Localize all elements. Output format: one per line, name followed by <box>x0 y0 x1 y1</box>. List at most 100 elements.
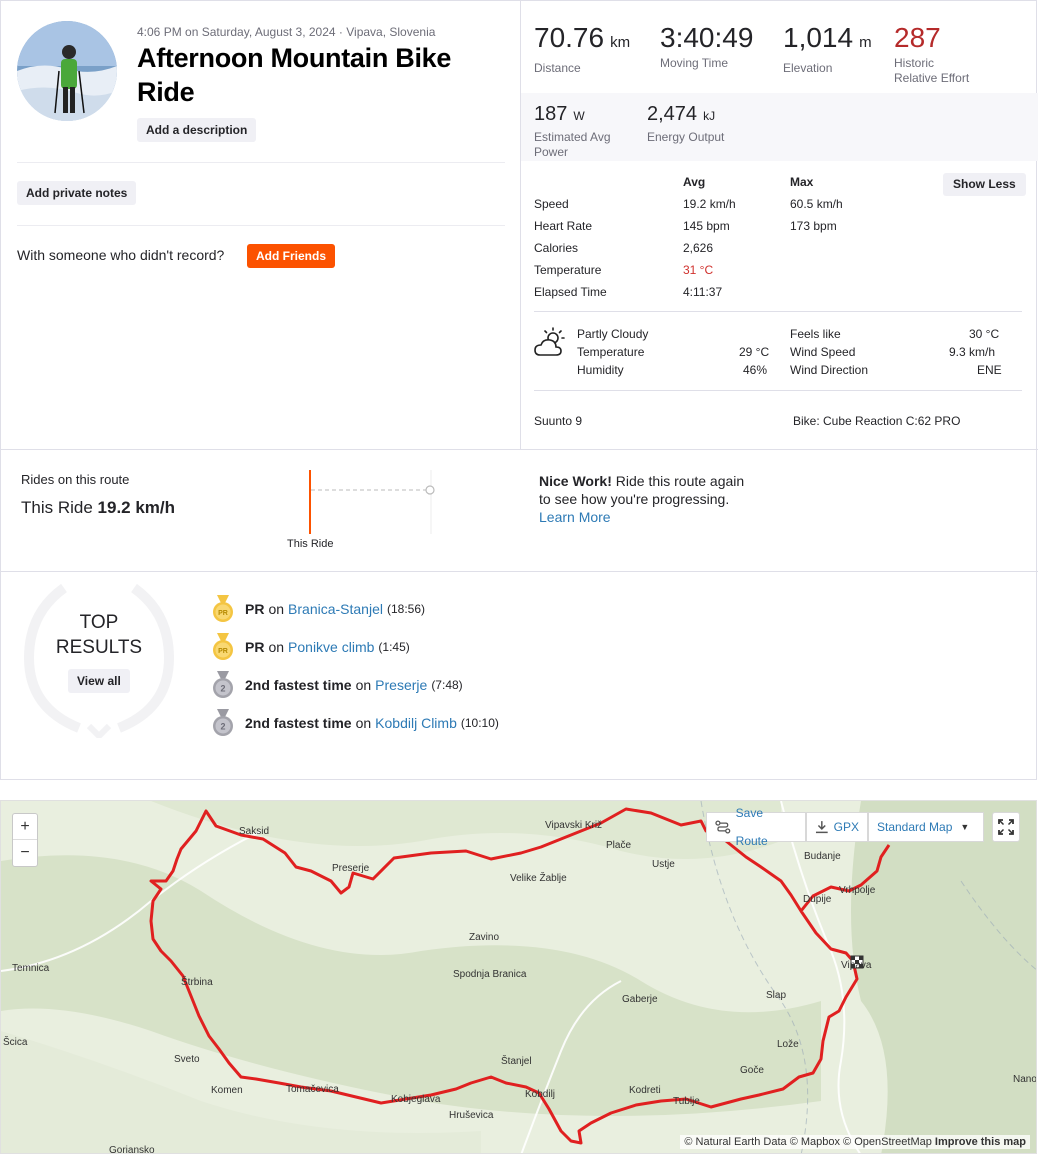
achievement-on: on <box>355 677 372 693</box>
divider <box>534 390 1022 391</box>
attribution-text[interactable]: © Natural Earth Data © Mapbox © OpenStre… <box>684 1136 931 1148</box>
bike-name[interactable]: Bike: Cube Reaction C:62 PRO <box>793 414 960 428</box>
nice-work-message: Nice Work! Ride this route again to see … <box>539 472 759 526</box>
place-label: Plače <box>606 840 631 851</box>
fullscreen-button[interactable] <box>992 812 1020 842</box>
divider <box>17 162 505 163</box>
chart-point <box>425 485 435 495</box>
save-route-button[interactable]: Save Route <box>706 806 806 848</box>
place-label: Lože <box>777 1039 799 1050</box>
svg-text:PR: PR <box>218 648 228 655</box>
row-avg: 4:11:37 <box>683 285 723 299</box>
gpx-download-button[interactable]: GPX <box>806 812 868 842</box>
this-ride-speed: 19.2 km/h <box>97 498 176 517</box>
with-someone-text: With someone who didn't record? <box>17 247 225 263</box>
power-unit: W <box>573 109 585 123</box>
zoom-out-button[interactable]: − <box>13 840 37 866</box>
chart-this-ride-label: This Ride <box>287 538 334 550</box>
distance-unit: km <box>610 34 631 51</box>
place-label: Vipava <box>841 960 872 971</box>
achievement-on: on <box>268 601 285 617</box>
achievement-item: PR PR on Ponikve climb (1:45) <box>211 633 410 661</box>
zoom-in-button[interactable]: + <box>13 814 37 840</box>
stat-relative-effort[interactable]: 287 Historic Relative Effort <box>894 23 969 86</box>
stat-elevation: 1,014 m Elevation <box>783 23 872 76</box>
segment-link[interactable]: Ponikve climb <box>288 639 374 655</box>
route-section: Rides on this route This Ride 19.2 km/h … <box>1 449 1038 571</box>
silver-medal-icon: 2 <box>211 709 235 737</box>
divider <box>534 311 1022 312</box>
place-label: Sveto <box>174 1054 200 1065</box>
improve-map-link[interactable]: Improve this map <box>935 1136 1026 1148</box>
map-type-label: Standard Map <box>877 820 953 834</box>
top-results-section: TOP RESULTS View all PR PR on Branica-St… <box>1 571 1038 781</box>
svg-text:PR: PR <box>218 610 228 617</box>
stat-moving-time: 3:40:49 Moving Time <box>660 23 753 71</box>
weather-temperature-label: Temperature <box>577 345 645 359</box>
place-label: Budanje <box>804 851 841 862</box>
stat-power: 187 W Estimated Avg Power <box>534 103 611 160</box>
achievement-time: (10:10) <box>460 716 499 730</box>
place-label: Gaberje <box>622 994 658 1005</box>
route-heading: Rides on this route <box>21 472 130 487</box>
place-label: Vipavski Križ <box>545 820 602 831</box>
add-friends-button[interactable]: Add Friends <box>247 244 336 268</box>
achievement-rank: PR <box>245 601 265 617</box>
wind-speed-label: Wind Speed <box>790 345 856 359</box>
moving-time-value: 3:40:49 <box>660 22 754 53</box>
this-ride-summary: This Ride 19.2 km/h <box>21 498 175 518</box>
segment-link[interactable]: Kobdilj Climb <box>375 715 457 731</box>
add-private-notes-button[interactable]: Add private notes <box>17 181 137 205</box>
achievement-time: (18:56) <box>386 602 425 616</box>
distance-label: Distance <box>534 61 581 75</box>
place-label: Gorjansko <box>109 1145 155 1154</box>
save-route-label: Save Route <box>735 806 768 848</box>
device-name: Suunto 9 <box>534 414 583 428</box>
show-less-button[interactable]: Show Less <box>943 173 1026 196</box>
achievement-item: 2 2nd fastest time on Preserje (7:48) <box>211 671 463 699</box>
top-results-title-line2: RESULTS <box>55 637 143 658</box>
this-ride-prefix: This Ride <box>21 498 93 517</box>
view-all-button[interactable]: View all <box>68 669 130 693</box>
row-label: Calories <box>534 241 579 255</box>
row-max: 173 bpm <box>790 219 837 233</box>
effort-label-2: Relative Effort <box>894 71 970 85</box>
silver-medal-icon: 2 <box>211 671 235 699</box>
row-label: Heart Rate <box>534 219 593 233</box>
wind-direction-value: ENE <box>977 363 1002 377</box>
place-label: Kobdilj <box>525 1089 555 1100</box>
top-results-title: TOP RESULTS <box>19 610 179 660</box>
add-description-button[interactable]: Add a description <box>137 118 257 142</box>
pr-gold-medal-icon: PR <box>211 595 235 623</box>
athlete-avatar[interactable] <box>17 21 117 121</box>
row-label: Elapsed Time <box>534 285 607 299</box>
weather-humidity-label: Humidity <box>577 363 624 377</box>
map-attribution[interactable]: © Natural Earth Data © Mapbox © OpenStre… <box>680 1135 1030 1149</box>
achievement-item: 2 2nd fastest time on Kobdilj Climb (10:… <box>211 709 499 737</box>
download-icon <box>815 821 828 834</box>
svg-text:2: 2 <box>220 684 225 694</box>
distance-value: 70.76 <box>534 22 605 53</box>
pr-gold-medal-icon: PR <box>211 633 235 661</box>
feels-like-label: Feels like <box>790 327 841 341</box>
segment-link[interactable]: Branica-Stanjel <box>288 601 383 617</box>
learn-more-link[interactable]: Learn More <box>539 508 759 526</box>
place-label: Štanjel <box>501 1054 532 1067</box>
achievement-rank: PR <box>245 639 265 655</box>
partly-cloudy-icon <box>533 327 569 364</box>
col-avg-header: Avg <box>683 175 706 189</box>
wind-direction-label: Wind Direction <box>790 363 869 377</box>
segment-link[interactable]: Preserje <box>375 677 427 693</box>
activity-title: Afternoon Mountain Bike Ride <box>137 43 452 107</box>
map-type-dropdown[interactable]: Standard Map ▼ <box>868 812 984 842</box>
achievement-time: (1:45) <box>378 640 410 654</box>
place-label: Zavino <box>469 932 499 943</box>
elevation-label: Elevation <box>783 61 833 75</box>
power-row: 187 W Estimated Avg Power 2,474 kJ Energy … <box>521 93 1038 161</box>
row-avg: 145 bpm <box>683 219 730 233</box>
weather-humidity-value: 46% <box>743 363 768 377</box>
route-map[interactable]: Saksid Vipavski Križ Plače Ustje Budanje… <box>0 800 1037 1154</box>
route-icon <box>715 820 731 834</box>
place-label: Tublje <box>673 1096 700 1107</box>
elevation-value: 1,014 <box>783 22 854 53</box>
